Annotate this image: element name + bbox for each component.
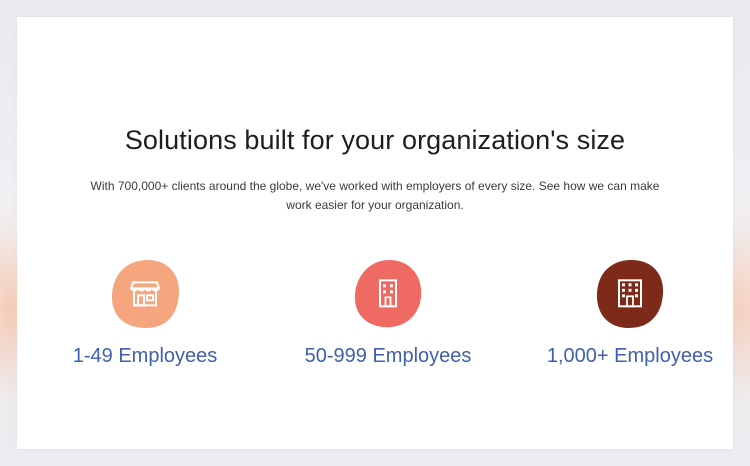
section-title: Solutions built for your organization's … [124,125,626,155]
blob-badge [351,257,425,331]
tile-label-enterprise[interactable]: 1,000+ Employees [530,345,730,368]
storefront-icon [130,281,160,307]
section-subtitle: With 700,000+ clients around the globe, … [90,179,660,212]
blob-badge [593,257,667,331]
tile-label-small[interactable]: 1-49 Employees [45,345,245,368]
tile-small-business[interactable]: 1-49 Employees [45,257,245,368]
tile-label-midsize[interactable]: 50-999 Employees [288,345,488,368]
content-card: Solutions built for your organization's … [17,17,733,449]
tile-midsize-business[interactable]: 50-999 Employees [288,257,488,368]
blob-badge [108,257,182,331]
office-tower-icon [618,279,642,308]
tile-enterprise[interactable]: 1,000+ Employees [530,257,730,368]
building-icon [379,279,397,308]
